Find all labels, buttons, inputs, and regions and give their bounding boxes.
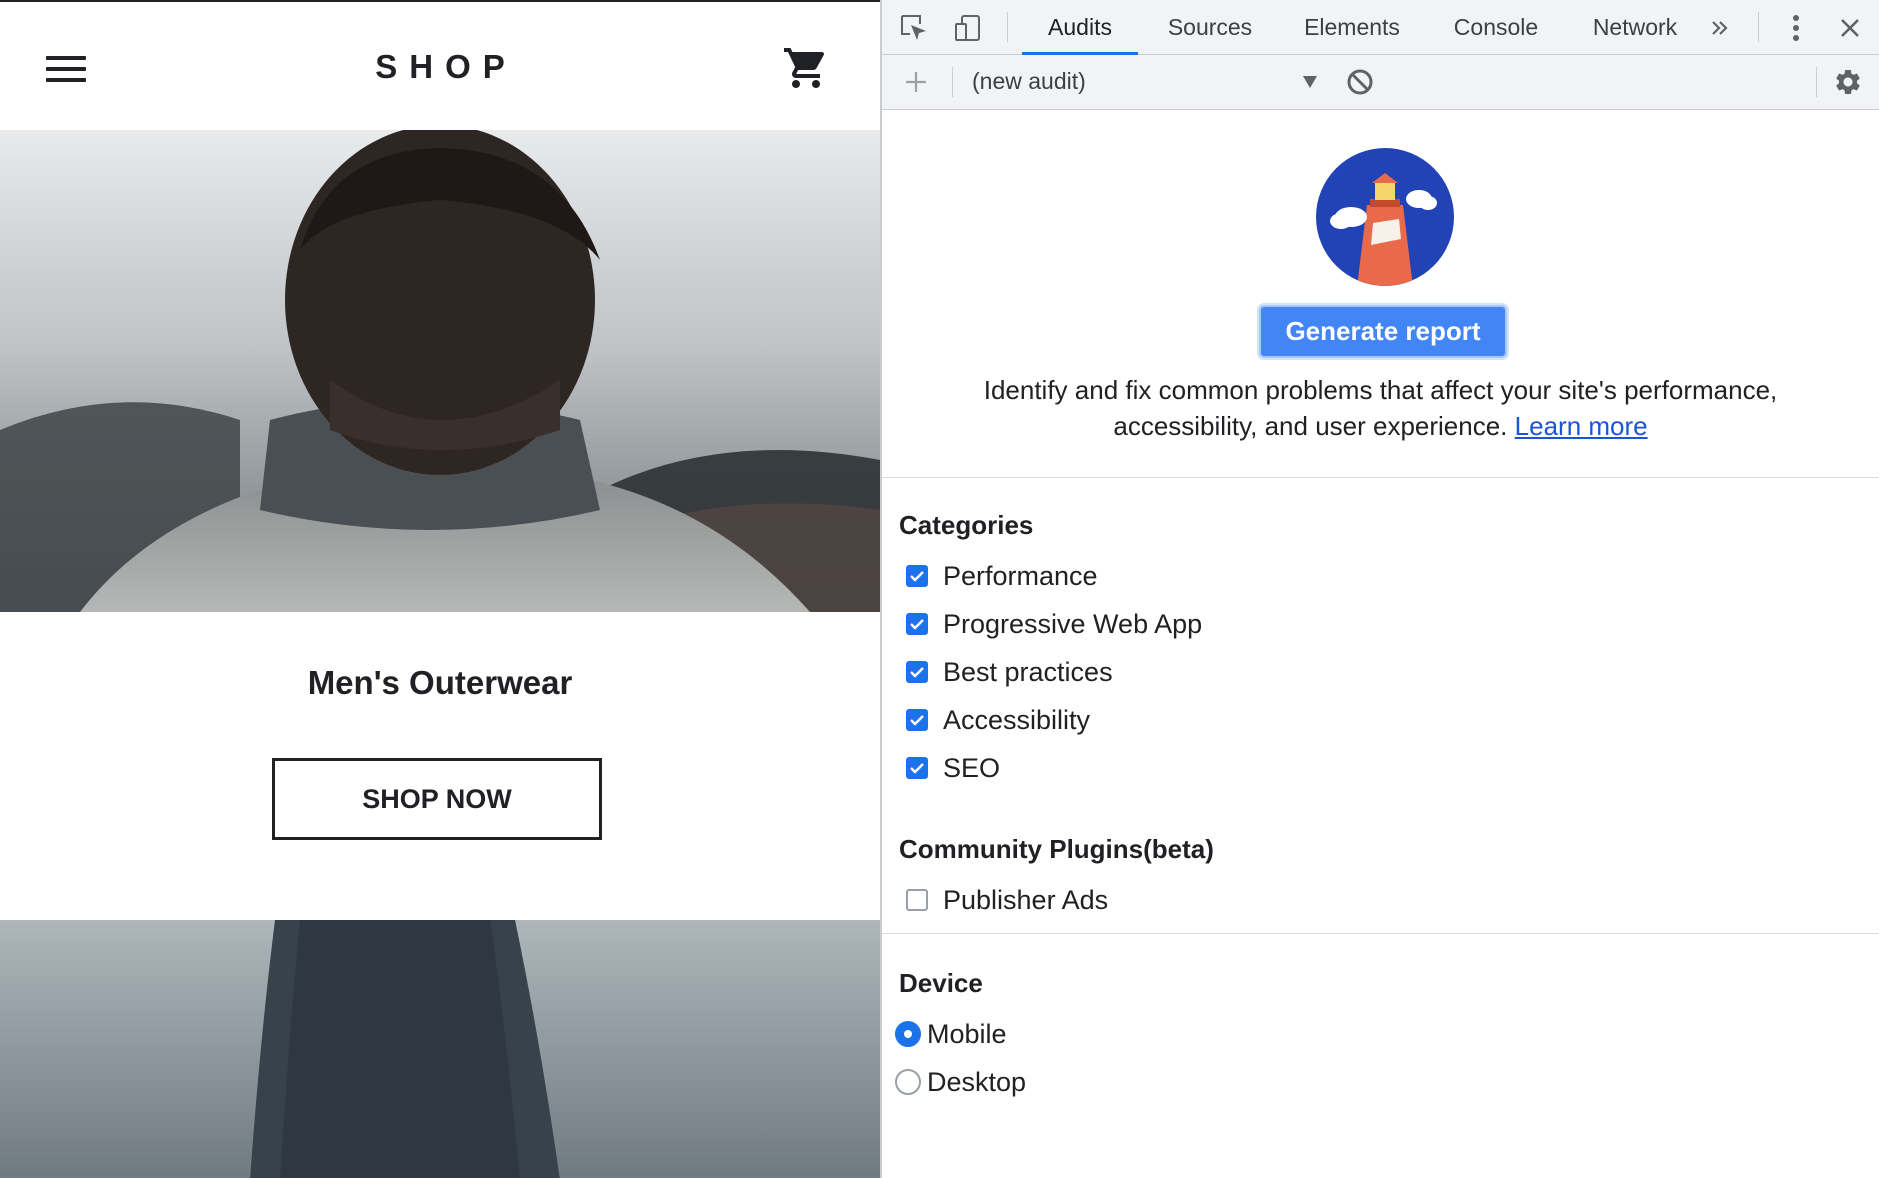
device-desktop[interactable]: Desktop (895, 1064, 1026, 1100)
category-pwa[interactable]: Progressive Web App (906, 606, 1202, 642)
generate-report-button[interactable]: Generate report (1259, 305, 1507, 358)
device-label: Desktop (927, 1066, 1027, 1097)
category-label: Best practices (943, 656, 1113, 687)
dropdown-arrow-icon[interactable] (1302, 75, 1318, 94)
close-icon[interactable] (1834, 12, 1866, 44)
product-name: Men's Outerwear (307, 664, 573, 701)
category-seo[interactable]: SEO (906, 750, 1000, 786)
plugin-label: Publisher Ads (943, 884, 1109, 915)
plugin-publisher-ads[interactable]: Publisher Ads (906, 882, 1108, 918)
checkbox-checked-icon[interactable] (906, 709, 928, 731)
cart-icon[interactable] (780, 44, 832, 92)
audit-intro: Generate report Identify and fix common … (882, 110, 1879, 478)
device-mobile[interactable]: Mobile (895, 1016, 1007, 1052)
hero-image-mens-outerwear[interactable] (0, 130, 880, 612)
device-toolbar-icon[interactable] (952, 12, 984, 44)
audit-description: Identify and fix common problems that af… (922, 372, 1839, 444)
device-title: Device (899, 968, 983, 998)
learn-more-link[interactable]: Learn more (1515, 411, 1648, 441)
tab-console[interactable]: Console (1432, 0, 1560, 55)
tab-audits[interactable]: Audits (1022, 0, 1138, 55)
checkbox-checked-icon[interactable] (906, 613, 928, 635)
category-accessibility[interactable]: Accessibility (906, 702, 1090, 738)
device-label: Mobile (927, 1018, 1007, 1049)
category-label: Performance (943, 560, 1098, 591)
shop-now-button[interactable]: SHOP NOW (272, 758, 602, 840)
lighthouse-logo-icon (1315, 147, 1455, 287)
radio-selected-icon[interactable] (895, 1021, 921, 1047)
checkbox-unchecked-icon[interactable] (906, 889, 928, 911)
settings-gear-icon[interactable] (1832, 66, 1864, 98)
audit-select[interactable]: (new audit) (972, 68, 1086, 95)
checkbox-checked-icon[interactable] (906, 565, 928, 587)
category-best-practices[interactable]: Best practices (906, 654, 1113, 690)
category-label: Accessibility (943, 704, 1091, 735)
shop-header: SHOP (0, 2, 880, 130)
clear-block-icon[interactable] (1344, 66, 1376, 98)
plugins-title: Community Plugins(beta) (899, 834, 1214, 864)
devtools-tabbar: Audits Sources Elements Console Network (882, 0, 1879, 55)
tab-sources[interactable]: Sources (1147, 0, 1273, 55)
shop-title: SHOP (375, 48, 517, 85)
category-performance[interactable]: Performance (906, 558, 1098, 594)
section-divider (882, 933, 1879, 934)
shop-page: SHOP Men's Outerwear SHOP NOW (0, 0, 880, 1178)
category-label: SEO (943, 752, 1001, 783)
more-tabs-icon[interactable] (1704, 12, 1736, 44)
radio-unselected-icon[interactable] (895, 1069, 921, 1095)
hero-image-second[interactable] (0, 920, 880, 1178)
audits-toolbar: (new audit) (882, 55, 1879, 110)
category-label: Progressive Web App (943, 608, 1203, 639)
tab-elements[interactable]: Elements (1282, 0, 1422, 55)
kebab-menu-icon[interactable] (1780, 12, 1812, 44)
inspect-element-icon[interactable] (898, 12, 930, 44)
add-audit-icon[interactable] (900, 66, 932, 98)
description-text: Identify and fix common problems that af… (983, 375, 1778, 441)
categories-title: Categories (899, 510, 1034, 540)
checkbox-checked-icon[interactable] (906, 757, 928, 779)
devtools-panel: Audits Sources Elements Console Network (880, 0, 1879, 1178)
tab-network[interactable]: Network (1568, 0, 1702, 55)
checkbox-checked-icon[interactable] (906, 661, 928, 683)
